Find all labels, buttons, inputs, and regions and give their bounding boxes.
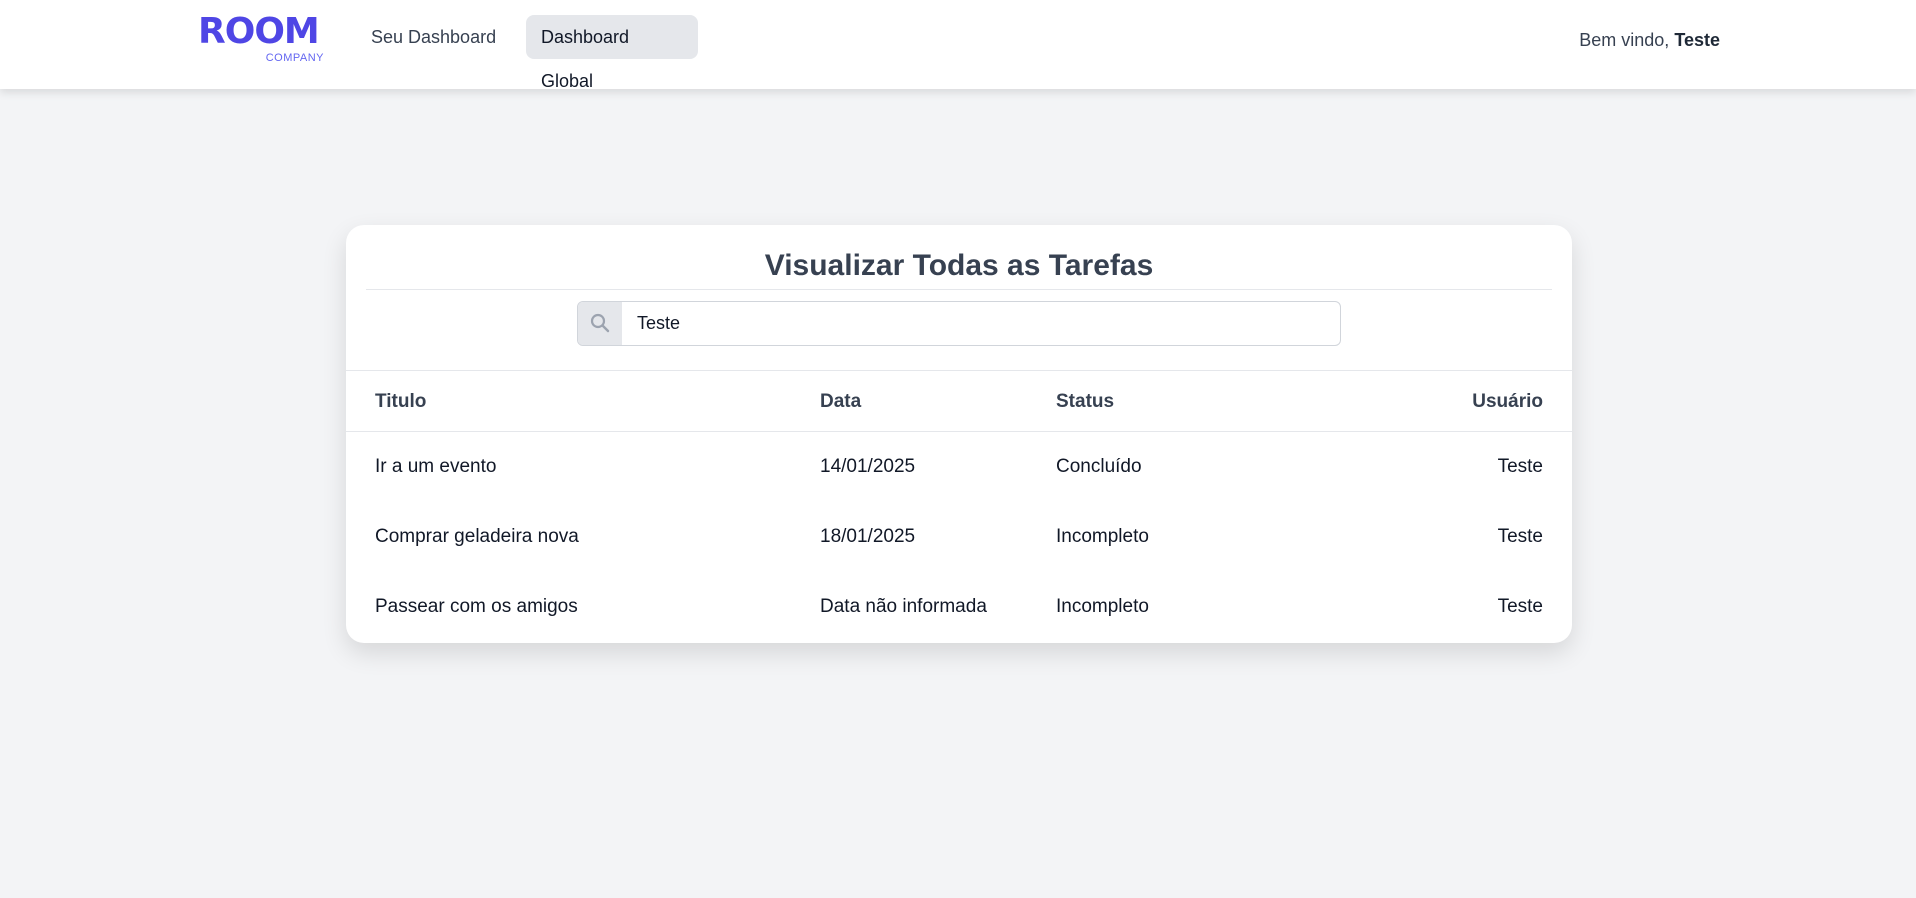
welcome-username: Teste xyxy=(1674,30,1720,50)
cell-status: Concluído xyxy=(1056,456,1142,477)
page-title: Visualizar Todas as Tarefas xyxy=(764,249,1154,282)
cell-data: 18/01/2025 xyxy=(820,526,916,547)
table-header: Titulo Data Status Usuário xyxy=(346,371,1572,432)
top-navbar: ROOM COMPANY Seu Dashboard Dashboard Glo… xyxy=(0,0,1916,91)
cell-data: Data não informada xyxy=(820,596,987,617)
column-header-data[interactable]: Data xyxy=(820,391,861,413)
search-input[interactable] xyxy=(622,302,1340,345)
welcome-prefix: Bem vindo, xyxy=(1579,30,1670,50)
cell-usuario: Teste xyxy=(1497,456,1543,477)
search-icon xyxy=(578,302,622,345)
cell-data: 14/01/2025 xyxy=(820,456,916,477)
column-header-status[interactable]: Status xyxy=(1056,391,1114,413)
cell-status: Incompleto xyxy=(1056,526,1149,547)
table-row[interactable]: Passear com os amigos Data não informada… xyxy=(346,572,1572,642)
search-box xyxy=(577,301,1341,346)
logo-subtitle: COMPANY xyxy=(265,52,324,64)
nav-seu-dashboard[interactable]: Seu Dashboard xyxy=(356,15,511,59)
cell-titulo: Passear com os amigos xyxy=(375,596,578,617)
column-header-titulo[interactable]: Titulo xyxy=(375,391,426,413)
welcome-message: Bem vindo, Teste xyxy=(1579,30,1720,51)
cell-titulo: Ir a um evento xyxy=(375,456,497,477)
table-row[interactable]: Comprar geladeira nova 18/01/2025 Incomp… xyxy=(346,502,1572,572)
tasks-card: Visualizar Todas as Tarefas Titulo Data … xyxy=(346,225,1572,643)
logo-wordmark: ROOM xyxy=(198,11,320,52)
table-row[interactable]: Ir a um evento 14/01/2025 Concluído Test… xyxy=(346,432,1572,502)
cell-titulo: Comprar geladeira nova xyxy=(375,526,579,547)
cell-status: Incompleto xyxy=(1056,596,1149,617)
title-divider xyxy=(366,289,1552,290)
cell-usuario: Teste xyxy=(1497,596,1543,617)
column-header-usuario[interactable]: Usuário xyxy=(1472,391,1543,413)
nav-dashboard-global[interactable]: Dashboard Global xyxy=(526,15,698,91)
cell-usuario: Teste xyxy=(1497,526,1543,547)
room-company-logo[interactable]: ROOM COMPANY xyxy=(198,14,326,66)
